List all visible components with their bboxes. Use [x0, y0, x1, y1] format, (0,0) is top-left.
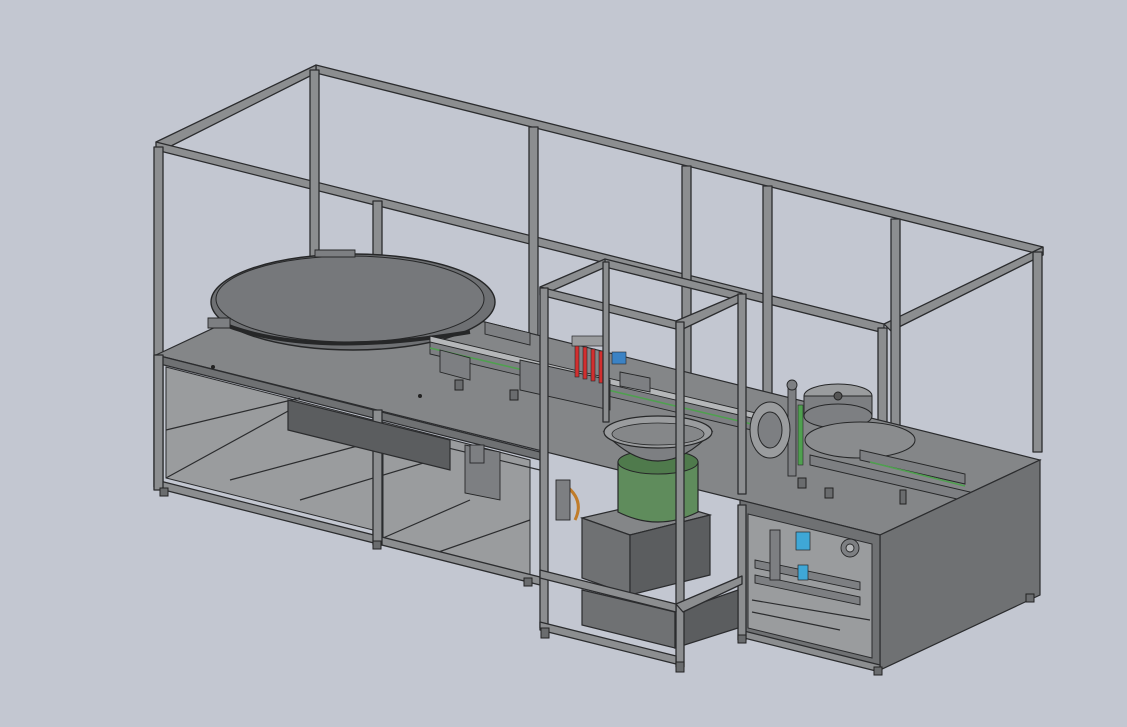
cad-viewport[interactable]	[0, 0, 1127, 727]
rotary-turntable	[207, 249, 496, 351]
machine-model	[153, 64, 1044, 676]
